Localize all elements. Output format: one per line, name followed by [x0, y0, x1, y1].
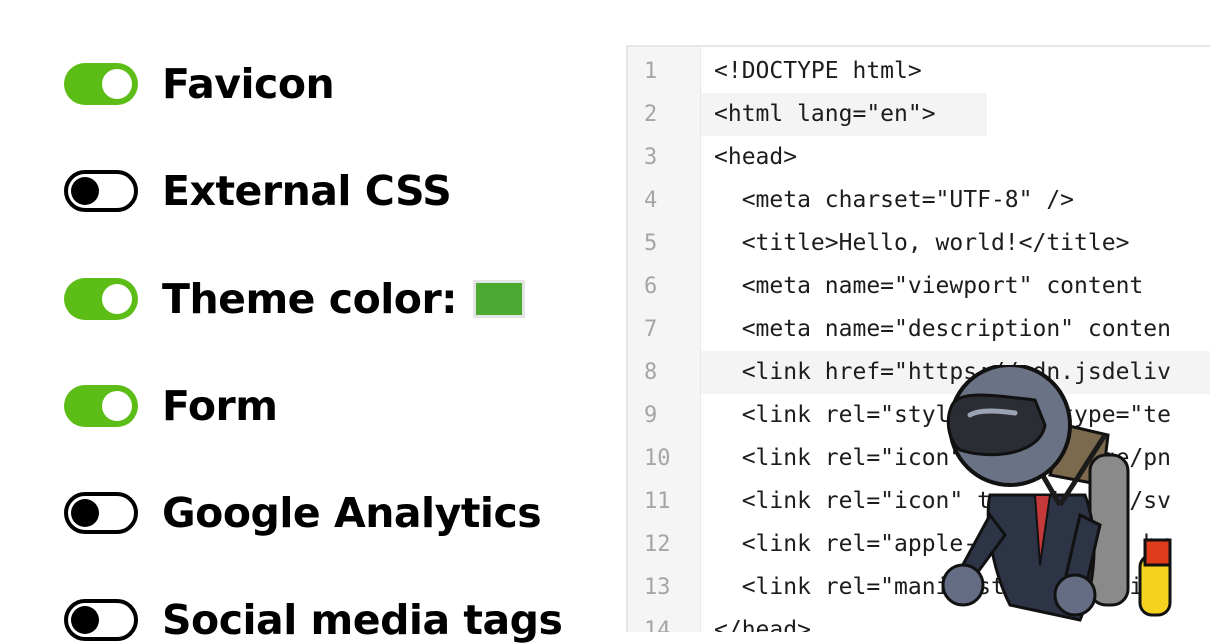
option-social-media-tags[interactable]: Social media tags: [64, 596, 563, 644]
toggle-knob: [102, 391, 132, 421]
option-label: Google Analytics: [162, 489, 542, 537]
form-toggle[interactable]: [64, 385, 138, 427]
option-label: External CSS: [162, 167, 452, 215]
theme-color-toggle[interactable]: [64, 278, 138, 320]
code-text: <title>Hello, world!</title>: [714, 230, 1130, 256]
line-number: 14: [644, 618, 671, 632]
code-text: <html lang="en">: [714, 101, 936, 127]
option-external-css[interactable]: External CSS: [64, 167, 452, 215]
line-number: 12: [644, 532, 671, 557]
line-number: 2: [644, 102, 658, 127]
toggle-knob: [71, 177, 99, 205]
option-form[interactable]: Form: [64, 382, 278, 430]
options-list: Favicon External CSS Theme color: Form G…: [0, 0, 620, 644]
code-text: <!DOCTYPE html>: [714, 58, 922, 84]
external-css-toggle[interactable]: [64, 170, 138, 212]
code-text: <meta name="description" conten: [714, 316, 1171, 342]
code-line: 4 <meta charset="UTF-8" />: [628, 179, 1210, 222]
code-line: 2 <html lang="en">: [628, 93, 1210, 136]
line-number: 3: [644, 145, 658, 170]
line-number: 4: [644, 188, 658, 213]
line-number: 5: [644, 231, 658, 256]
code-line: 6 <meta name="viewport" content: [628, 265, 1210, 308]
google-analytics-toggle[interactable]: [64, 492, 138, 534]
option-label: Favicon: [162, 60, 335, 108]
code-line: 1 <!DOCTYPE html>: [628, 50, 1210, 93]
code-text: <meta charset="UTF-8" />: [714, 187, 1075, 213]
theme-color-swatch[interactable]: [473, 280, 526, 318]
line-number: 10: [644, 446, 671, 471]
code-line: 3 <head>: [628, 136, 1210, 179]
line-number: 11: [644, 489, 671, 514]
option-label: Form: [162, 382, 278, 430]
social-media-tags-toggle[interactable]: [64, 599, 138, 641]
jetpack-astronaut-mascot: [941, 365, 1172, 622]
toggle-knob: [102, 284, 132, 314]
swatch-fill: [476, 283, 523, 315]
code-text: <head>: [714, 144, 798, 170]
line-number: 6: [644, 274, 658, 299]
line-number: 1: [644, 59, 658, 84]
option-label: Social media tags: [162, 596, 563, 644]
code-text: </head>: [714, 617, 811, 632]
line-number: 13: [644, 575, 671, 600]
line-number: 9: [644, 403, 658, 428]
option-theme-color[interactable]: Theme color:: [64, 275, 526, 323]
toggle-knob: [102, 69, 132, 99]
code-line: 7 <meta name="description" conten: [628, 308, 1210, 351]
favicon-toggle[interactable]: [64, 63, 138, 105]
option-label: Theme color:: [162, 275, 458, 323]
toggle-knob: [71, 499, 99, 527]
option-google-analytics[interactable]: Google Analytics: [64, 489, 542, 537]
option-favicon[interactable]: Favicon: [64, 60, 335, 108]
code-text: <meta name="viewport" content: [714, 273, 1144, 299]
code-line: 5 <title>Hello, world!</title>: [628, 222, 1210, 265]
line-number: 7: [644, 317, 658, 342]
line-number: 8: [644, 360, 658, 385]
